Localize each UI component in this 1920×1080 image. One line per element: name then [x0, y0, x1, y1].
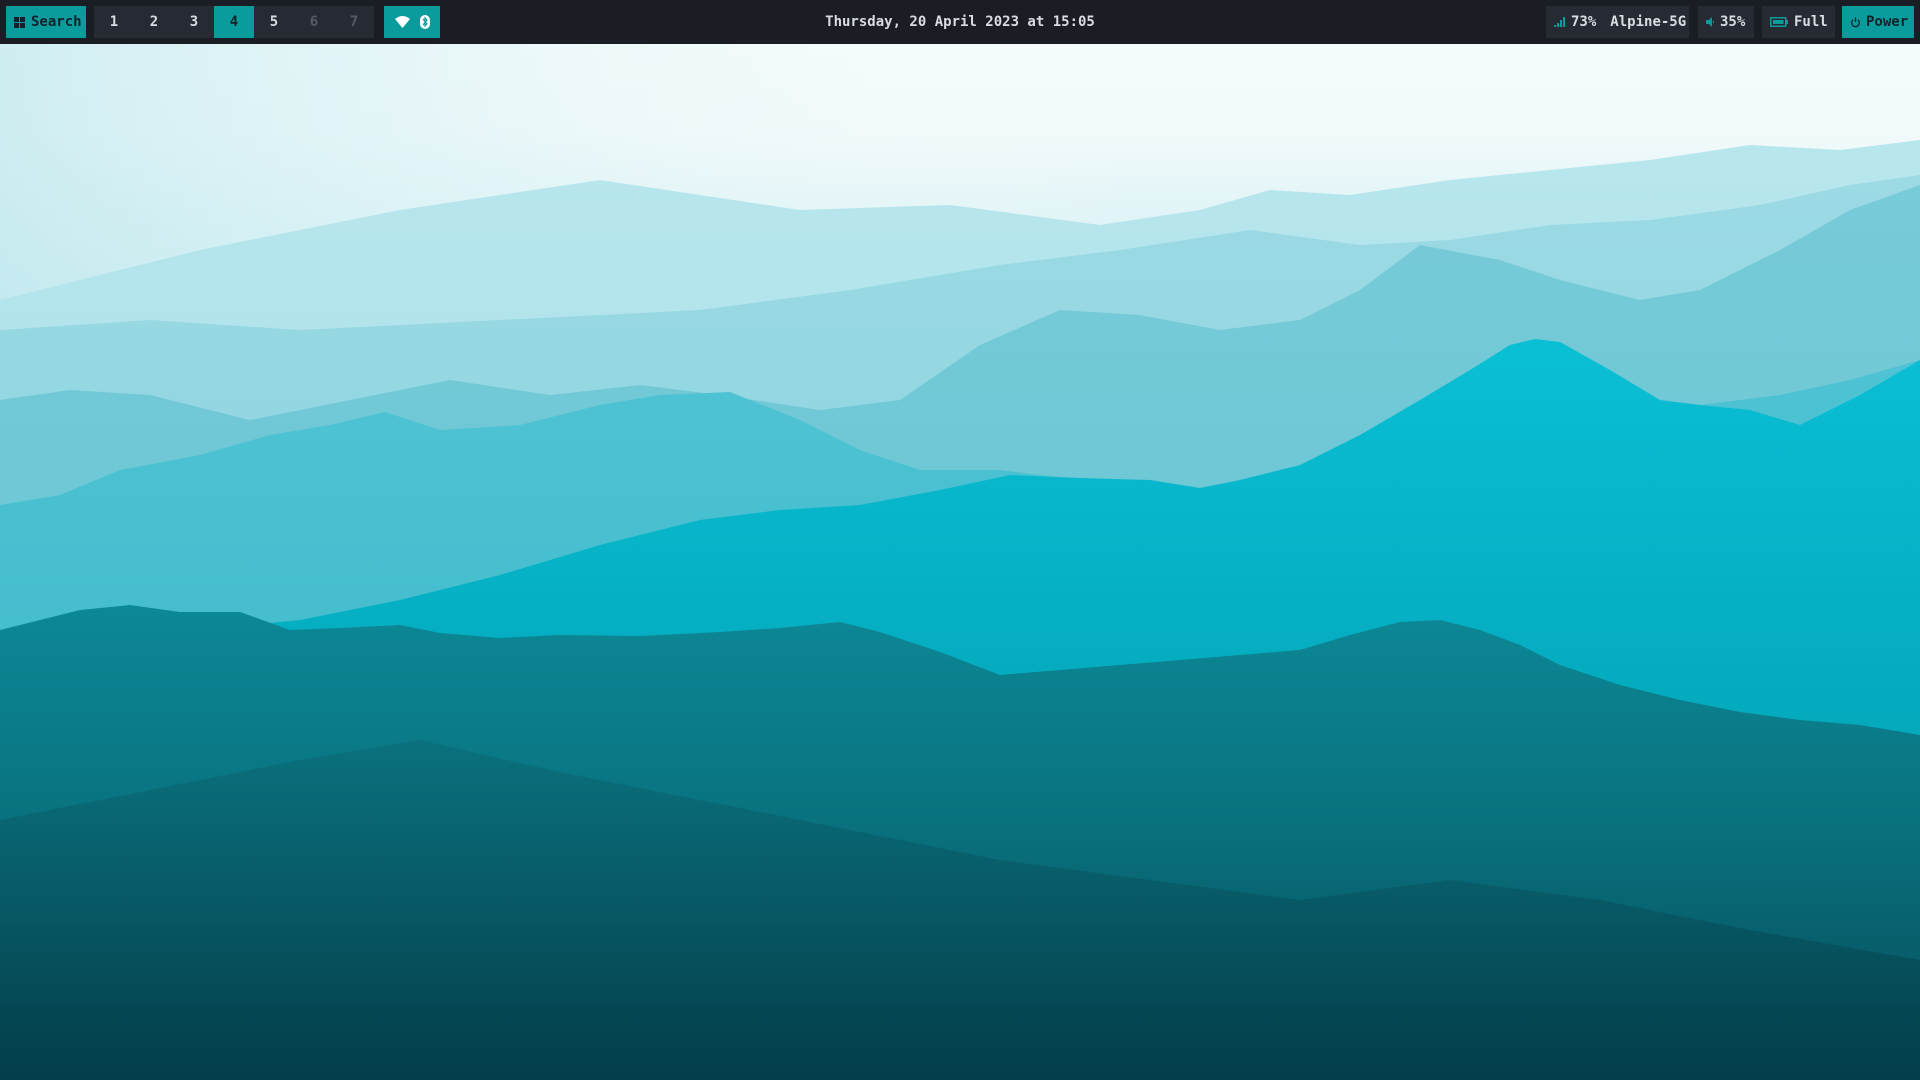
speaker-icon [1706, 17, 1714, 27]
clock-text[interactable]: Thursday, 20 April 2023 at 15:05 [825, 14, 1095, 30]
battery-status: Full [1794, 14, 1828, 30]
battery-icon [1770, 17, 1788, 27]
volume-level: 35% [1720, 14, 1746, 30]
search-button[interactable]: Search [6, 6, 86, 38]
top-bar: Search 1 2 3 4 5 6 7 Thursday, 20 April … [0, 0, 1920, 44]
signal-icon [1554, 17, 1565, 27]
wallpaper [0, 0, 1920, 1080]
workspace-2[interactable]: 2 [134, 6, 174, 38]
power-icon [1851, 16, 1860, 27]
workspace-7[interactable]: 7 [334, 6, 374, 38]
grid-icon [14, 16, 25, 28]
wifi-icon [394, 16, 410, 28]
connectivity-button[interactable] [384, 6, 440, 38]
bluetooth-icon [419, 15, 430, 29]
power-button[interactable]: Power [1842, 6, 1914, 38]
workspace-switcher: 1 2 3 4 5 6 7 [94, 6, 374, 38]
workspace-5[interactable]: 5 [254, 6, 294, 38]
signal-strength: 73% [1571, 14, 1597, 30]
power-label: Power [1866, 14, 1909, 30]
network-ssid: Alpine-5G [1610, 14, 1687, 30]
workspace-3[interactable]: 3 [174, 6, 214, 38]
search-label: Search [31, 14, 82, 30]
network-indicator[interactable]: 73% Alpine-5G [1546, 6, 1689, 38]
battery-indicator[interactable]: Full [1762, 6, 1835, 38]
workspace-4[interactable]: 4 [214, 6, 254, 38]
volume-indicator[interactable]: 35% [1698, 6, 1754, 38]
workspace-6[interactable]: 6 [294, 6, 334, 38]
workspace-1[interactable]: 1 [94, 6, 134, 38]
